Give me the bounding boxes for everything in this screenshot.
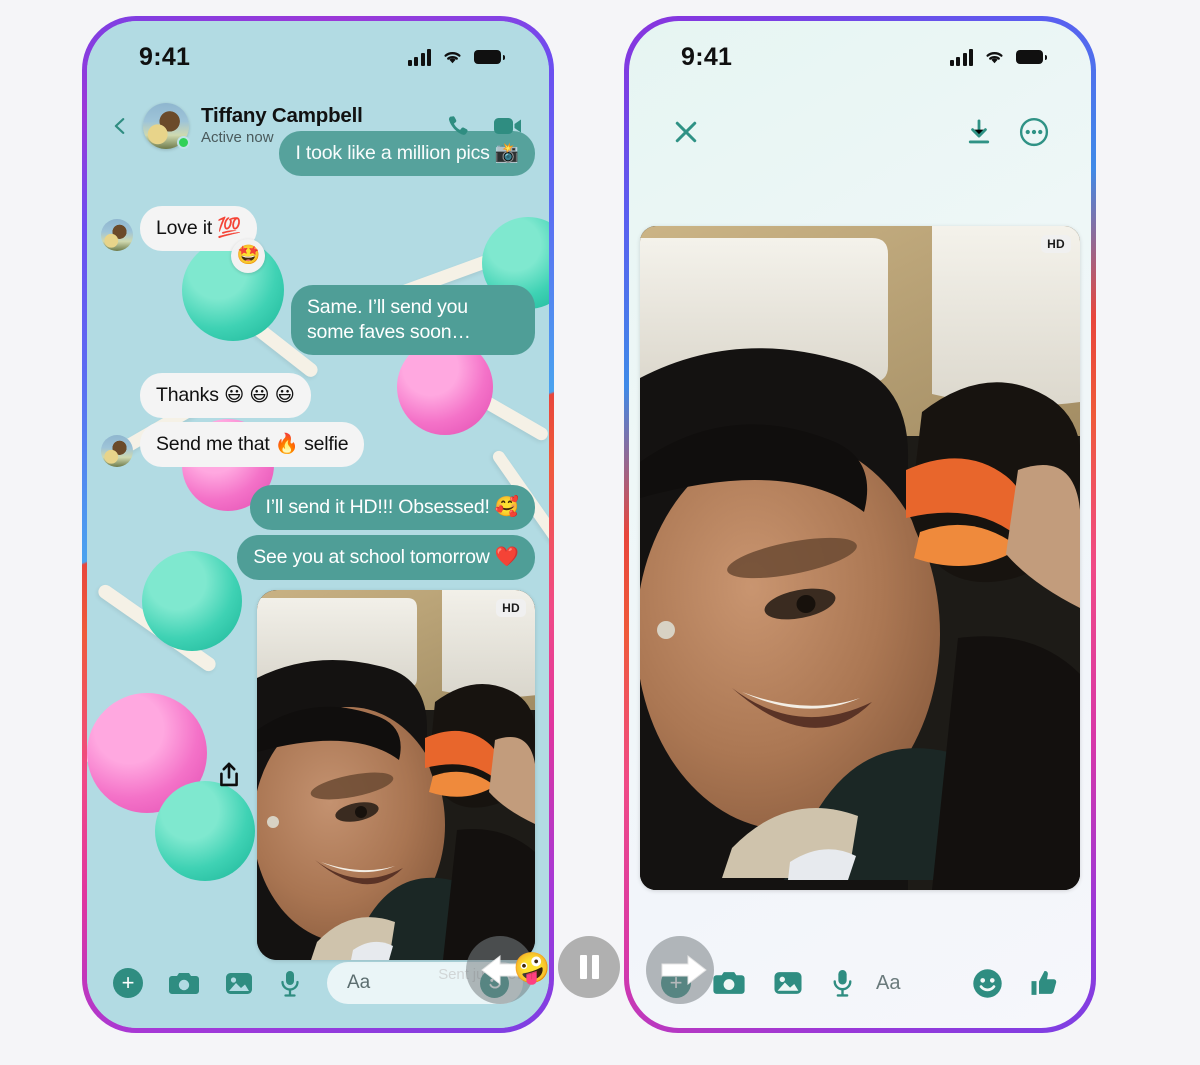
media-viewer-toolbar	[629, 101, 1091, 163]
message-row: Thanks 😃 😃 😃	[87, 372, 549, 418]
pause-icon[interactable]	[558, 936, 620, 998]
message-avatar	[101, 434, 133, 467]
thumbs-up-icon[interactable]	[1029, 968, 1059, 998]
contact-name: Tiffany Campbell	[201, 104, 363, 128]
wifi-icon	[444, 52, 461, 64]
photo-attachment-row: HD	[87, 589, 549, 960]
message-bubble-outgoing[interactable]: See you at school tomorrow ❤️	[237, 534, 535, 580]
viewer-actions	[965, 117, 1049, 147]
message-bubble-incoming[interactable]: Thanks 😃 😃 😃	[140, 372, 311, 418]
online-dot	[177, 136, 190, 149]
message-list[interactable]: I took like a million pics 📸 Love it 💯 🤩 …	[87, 131, 549, 983]
voice-call-icon[interactable]	[445, 113, 471, 139]
screenshot-stage: 9:41 Tiffany Campbell Active now I took …	[0, 0, 1200, 1065]
cursor-arrow-right-icon	[661, 954, 707, 986]
message-row: Love it 💯 🤩	[87, 205, 549, 273]
phone-screen-left: 9:41 Tiffany Campbell Active now I took …	[87, 21, 549, 1028]
photo-viewer[interactable]: HD	[640, 226, 1080, 890]
message-row: See you at school tomorrow ❤️	[87, 534, 549, 580]
message-bubble-outgoing[interactable]: Same. I’ll send you some faves soon…	[291, 284, 535, 355]
camera-icon[interactable]	[713, 970, 745, 996]
phone-mockup-right: 9:41 HD Aa	[624, 16, 1096, 1033]
hd-quality-badge: HD	[1041, 235, 1071, 253]
share-icon[interactable]	[215, 761, 243, 789]
message-avatar	[101, 218, 133, 251]
message-row: Same. I’ll send you some faves soon…	[87, 284, 549, 355]
selfie-image	[257, 589, 535, 960]
phone-mockup-left: 9:41 Tiffany Campbell Active now I took …	[82, 16, 554, 1033]
battery-icon	[474, 50, 505, 64]
smiley-icon[interactable]	[972, 968, 1003, 999]
message-bubble-incoming[interactable]: Send me that 🔥 selfie	[140, 421, 365, 467]
cellular-signal-icon	[407, 48, 431, 66]
download-icon[interactable]	[965, 118, 993, 146]
status-indicators	[949, 48, 1047, 66]
message-row: I’ll send it HD!!! Obsessed! 🥰	[87, 484, 549, 530]
message-bubble-incoming[interactable]: Love it 💯 🤩	[140, 205, 266, 273]
selfie-image-large	[640, 226, 1080, 890]
status-time: 9:41	[681, 42, 733, 71]
message-bubble-outgoing[interactable]: I’ll send it HD!!! Obsessed! 🥰	[249, 484, 535, 530]
close-icon[interactable]	[671, 117, 701, 147]
status-bar-right: 9:41	[629, 21, 1091, 93]
message-input-placeholder: Aa	[347, 972, 371, 993]
contact-info[interactable]: Tiffany Campbell Active now	[201, 104, 433, 147]
more-options-icon[interactable]	[1019, 117, 1049, 147]
plus-icon[interactable]: +	[113, 968, 143, 998]
fullscreen-photo-container: HD	[629, 226, 1091, 890]
video-call-icon[interactable]	[493, 115, 523, 137]
gallery-icon[interactable]	[773, 970, 803, 996]
camera-icon[interactable]	[169, 971, 199, 996]
status-bar-left: 9:41	[87, 21, 549, 93]
photo-attachment[interactable]: HD	[257, 589, 535, 960]
microphone-icon[interactable]	[279, 970, 301, 997]
header-actions	[445, 113, 523, 139]
message-row: Send me that 🔥 selfie	[87, 421, 549, 467]
chat-header: Tiffany Campbell Active now	[87, 93, 549, 159]
status-indicators	[407, 48, 505, 66]
phone-screen-right: 9:41 HD Aa	[629, 21, 1091, 1028]
status-time: 9:41	[139, 42, 191, 71]
message-reaction[interactable]: 🤩	[231, 238, 266, 273]
wifi-icon	[986, 52, 1003, 64]
message-input-placeholder[interactable]: Aa	[854, 972, 972, 995]
cellular-signal-icon	[949, 48, 973, 66]
battery-icon	[1016, 50, 1047, 64]
contact-presence: Active now	[201, 129, 274, 147]
microphone-icon[interactable]	[831, 969, 854, 997]
hd-quality-badge: HD	[496, 598, 526, 617]
chevron-left-icon[interactable]	[109, 115, 131, 137]
gallery-icon[interactable]	[225, 971, 253, 996]
cursor-emoji-left: 🤪	[513, 951, 551, 985]
contact-avatar[interactable]	[143, 103, 190, 149]
